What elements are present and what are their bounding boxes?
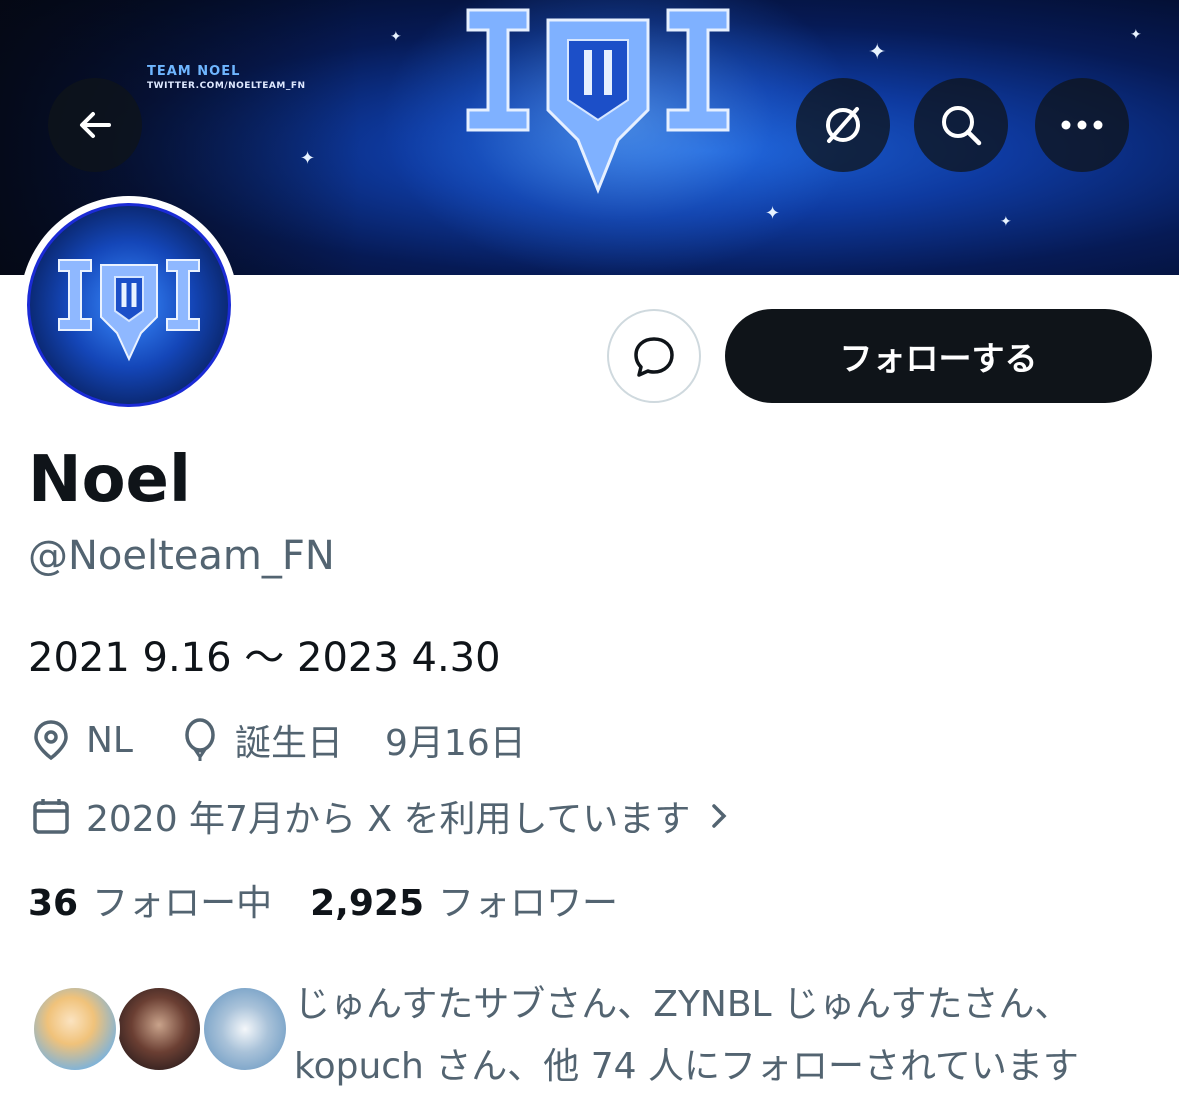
followers-link[interactable]: 2,925 フォロワー [310,878,618,930]
arrow-left-icon [80,112,111,138]
back-button[interactable] [48,78,142,172]
profile-bio: 2021 9.16 〜 2023 4.30 [28,635,501,681]
slashed-circle-icon [826,107,860,143]
sparkle-icon: ✦ [390,29,402,45]
joined-text: 2020 年7月から X を利用しています [86,799,691,840]
followers-count: 2,925 [310,883,424,924]
follow-button[interactable]: フォローする [725,309,1152,403]
profile-name: Noel [28,443,191,517]
location-pin-icon [28,717,74,763]
team-logo-icon [58,259,200,362]
sparkle-icon: ✦ [1000,214,1012,230]
sparkle-icon: ✦ [765,203,781,224]
followed-by-text: じゅんすたサブさん、ZYNBL じゅんすたさん、kopuch さん、他 74 人… [294,984,1079,1087]
followed-by-row[interactable]: じゅんすたサブさん、ZYNBL じゅんすたさん、kopuch さん、他 74 人… [30,974,1170,1104]
team-logo-icon [466,8,730,195]
avatar-image [27,203,231,407]
avatar[interactable] [20,196,238,414]
followers-label: フォロワー [438,883,619,924]
birthday-date: 9月16日 [385,723,526,764]
more-horizontal-icon [1061,120,1103,130]
profile-meta-row: NL 誕生日 9月16日 [28,712,526,768]
sparkle-icon: ✦ [1130,27,1142,43]
banner-team-text: TEAM NOEL [147,64,241,79]
calendar-icon [28,793,74,839]
chevron-right-icon [696,793,742,839]
grok-button[interactable] [796,78,890,172]
follower-avatar [114,984,204,1074]
following-link[interactable]: 36 フォロー中 [28,878,272,930]
following-count: 36 [28,883,79,924]
search-button[interactable] [914,78,1008,172]
follower-avatar [30,984,120,1074]
message-button[interactable] [607,309,701,403]
sparkle-icon: ✦ [300,148,316,169]
birthday-label: 誕生日 [235,723,344,764]
sparkle-icon: ✦ [868,40,887,65]
banner-url-text: TWITTER.COM/NOELTEAM_FN [147,81,306,91]
message-bubble-icon [634,337,674,377]
search-icon [942,106,982,146]
balloon-icon [177,717,223,763]
following-label: フォロー中 [92,883,273,924]
more-button[interactable] [1035,78,1129,172]
follower-avatar [200,984,290,1074]
joined-date-row[interactable]: 2020 年7月から X を利用しています [28,788,754,844]
follow-stats: 36 フォロー中 2,925 フォロワー [28,878,618,930]
profile-handle: @Noelteam_FN [28,533,335,579]
location-text: NL [86,719,133,761]
